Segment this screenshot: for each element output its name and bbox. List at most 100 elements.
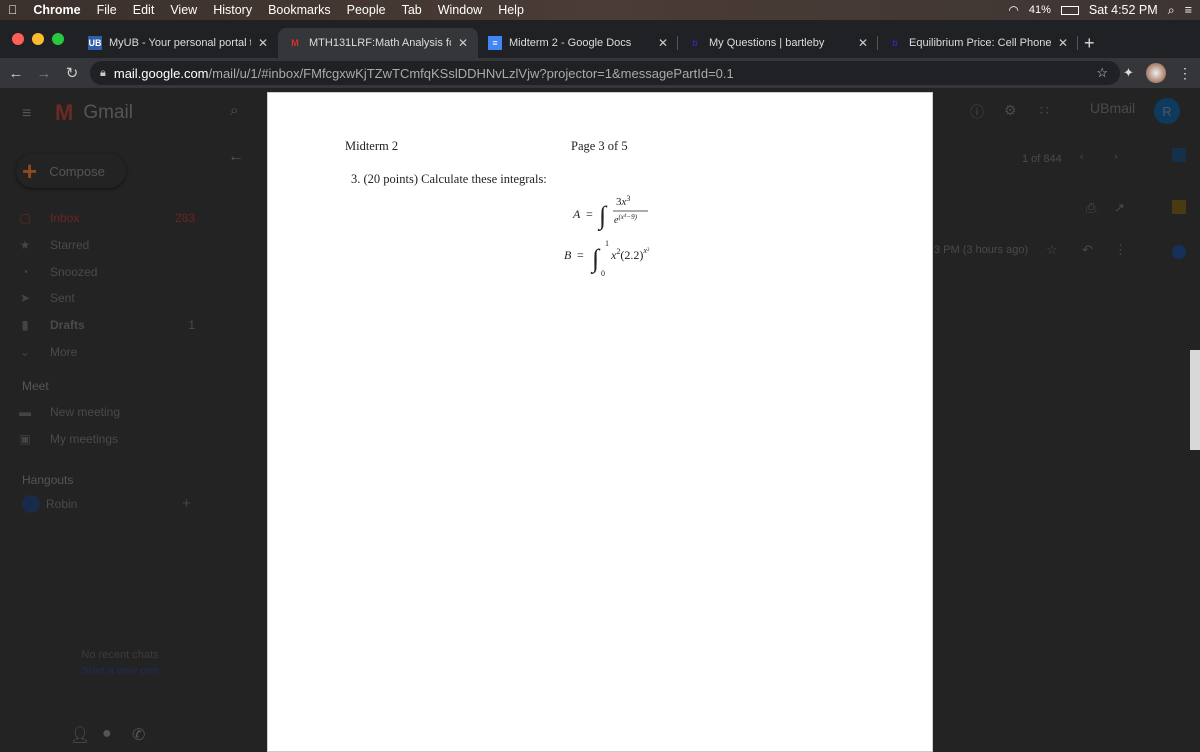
tasks-addon-icon[interactable] [1172,245,1186,259]
svg-text:B: B [564,248,572,262]
menu-tab[interactable]: Tab [394,3,430,17]
tab-bartleby-equilibrium[interactable]: b Equilibrium Price: Cell Phones ✕ [878,28,1078,58]
menu-history[interactable]: History [205,3,260,17]
my-meetings-link[interactable]: ▣ My meetings [0,426,220,452]
address-bar[interactable]: 🔒︎ mail.google.com/mail/u/1/#inbox/FMfcg… [90,61,1120,85]
tab-myub[interactable]: UB MyUB - Your personal portal to ✕ [78,28,278,58]
close-tab-icon[interactable]: ✕ [858,36,868,50]
contacts-icon[interactable]: 👤︎ [70,725,90,745]
menu-view[interactable]: View [162,3,205,17]
nav-label: Drafts [50,318,85,332]
menu-help[interactable]: Help [490,3,532,17]
sidebar-item-snoozed[interactable]: ◔ Snoozed [0,259,220,285]
reply-icon[interactable]: ↶ [1082,242,1093,258]
svg-text:3x3: 3x3 [616,194,630,208]
tab-bartleby-questions[interactable]: b My Questions | bartleby ✕ [678,28,878,58]
hangouts-icon[interactable]: ● [102,725,112,743]
sidebar-item-starred[interactable]: ★ Starred [0,232,220,258]
apple-menu-icon[interactable]:  [0,3,25,17]
menu-window[interactable]: Window [430,3,490,17]
sidebar-item-more[interactable]: ⌄ More [0,339,220,365]
more-options-icon[interactable]: ⋮ [1114,242,1127,258]
calendar-addon-icon[interactable] [1172,148,1186,162]
reload-button[interactable]: ↻ [60,64,84,82]
gmail-m-icon: M [55,100,74,125]
sidebar-item-sent[interactable]: ➤ Sent [0,285,220,311]
star-message-icon[interactable]: ☆ [1046,242,1058,258]
close-tab-icon[interactable]: ✕ [458,36,468,50]
chrome-menu-icon[interactable]: ⋮ [1178,65,1192,82]
gmail-favicon-icon: M [291,38,299,48]
older-chevron-icon[interactable]: › [1114,151,1118,163]
minimize-window-button[interactable] [32,33,44,45]
maximize-window-button[interactable] [52,33,64,45]
new-tab-button[interactable]: + [1078,28,1095,58]
apps-grid-icon[interactable]: ∷ [1040,102,1049,119]
account-avatar[interactable]: R [1154,98,1180,124]
menu-app-chrome[interactable]: Chrome [25,3,88,17]
tab-title: My Questions | bartleby [709,37,825,49]
close-tab-icon[interactable]: ✕ [658,36,668,50]
svg-text:∫: ∫ [597,201,608,231]
sidebar-item-drafts[interactable]: ▮ Drafts 1 [0,312,220,338]
forward-button[interactable]: → [32,65,56,82]
doc-header-left: Midterm 2 [345,139,399,153]
start-new-chat-link[interactable]: Start a new one [0,665,240,677]
svg-text:x2(2.2)x3: x2(2.2)x3 [610,246,650,262]
tab-title: Equilibrium Price: Cell Phones [909,37,1051,49]
back-button[interactable]: ← [4,65,28,82]
no-recent-chats-text: No recent chats [81,649,159,661]
gmail-logo[interactable]: M Gmail [55,100,133,126]
battery-percent[interactable]: 41% [1029,4,1051,16]
newer-chevron-icon[interactable]: ‹ [1080,151,1084,163]
gmail-right-panel: ⓘ ⚙ ∷ UBmail R 1 of 844 ‹ › ⎙ ↗ 3 PM (3 … [934,88,1200,750]
compose-plus-icon: + [22,155,38,186]
pager-count: 1 of 844 [1022,153,1062,165]
clock[interactable]: Sat 4:52 PM [1089,3,1158,17]
add-chat-icon[interactable]: + [182,495,191,512]
compose-button[interactable]: + Compose [16,154,126,188]
menu-edit[interactable]: Edit [125,3,163,17]
tab-google-docs[interactable]: ≡ Midterm 2 - Google Docs ✕ [478,28,678,58]
gmail-sidebar: ≡ M Gmail ⌕ ← + Compose ▢ Inbox 283 ★ Starred… [0,88,265,750]
close-tab-icon[interactable]: ✕ [258,36,268,50]
open-new-window-icon[interactable]: ↗ [1114,200,1125,216]
gmail-logo-text: Gmail [83,102,133,123]
phone-icon[interactable]: ✆ [132,725,145,745]
menu-people[interactable]: People [339,3,394,17]
main-menu-icon[interactable]: ≡ [22,105,31,123]
keep-addon-icon[interactable] [1172,200,1186,214]
search-icon[interactable]: ⌕ [230,102,238,119]
nav-label: Snoozed [50,265,98,279]
tab-title: MTH131LRF:Math Analysis for [309,37,451,49]
tab-strip: UB MyUB - Your personal portal to ✕ M MTH13… [0,20,1200,58]
profile-avatar[interactable] [1146,63,1166,83]
extensions-icon[interactable]: ✦ [1123,65,1134,81]
tab-gmail[interactable]: M MTH131LRF:Math Analysis for ✕ [278,28,478,58]
print-icon[interactable]: ⎙ [1086,200,1096,216]
svg-text:=: = [586,207,593,221]
sidebar-item-inbox[interactable]: ▢ Inbox 283 [0,205,220,231]
bookmark-star-icon[interactable]: ☆ [1096,65,1108,81]
close-window-button[interactable] [12,33,24,45]
wifi-icon[interactable]: ◠ [1008,3,1018,17]
help-icon[interactable]: ⓘ [970,102,984,122]
inbox-icon: ▢ [19,211,31,225]
settings-gear-icon[interactable]: ⚙ [1004,102,1017,119]
close-tab-icon[interactable]: ✕ [1058,36,1068,50]
meet-heading: Meet [22,379,49,393]
menu-file[interactable]: File [89,3,125,17]
ubmail-brand[interactable]: UBmail [1090,100,1135,116]
tab-title: Midterm 2 - Google Docs [509,37,632,49]
scrollbar-thumb[interactable] [1190,350,1200,450]
integral-a: A = ∫ 3x3 e(x4−9) [572,194,648,231]
back-arrow-icon[interactable]: ← [228,148,244,166]
svg-text:0: 0 [601,269,605,278]
question-text: 3. (20 points) Calculate these integrals… [351,172,547,186]
spotlight-icon[interactable]: ⌕ [1168,3,1175,18]
menu-bookmarks[interactable]: Bookmarks [260,3,339,17]
hangouts-contact[interactable]: Robin [22,491,242,517]
notification-center-icon[interactable]: ≡ [1185,3,1192,17]
nav-label: Inbox [50,211,80,225]
new-meeting-link[interactable]: ▬ New meeting [0,399,220,425]
